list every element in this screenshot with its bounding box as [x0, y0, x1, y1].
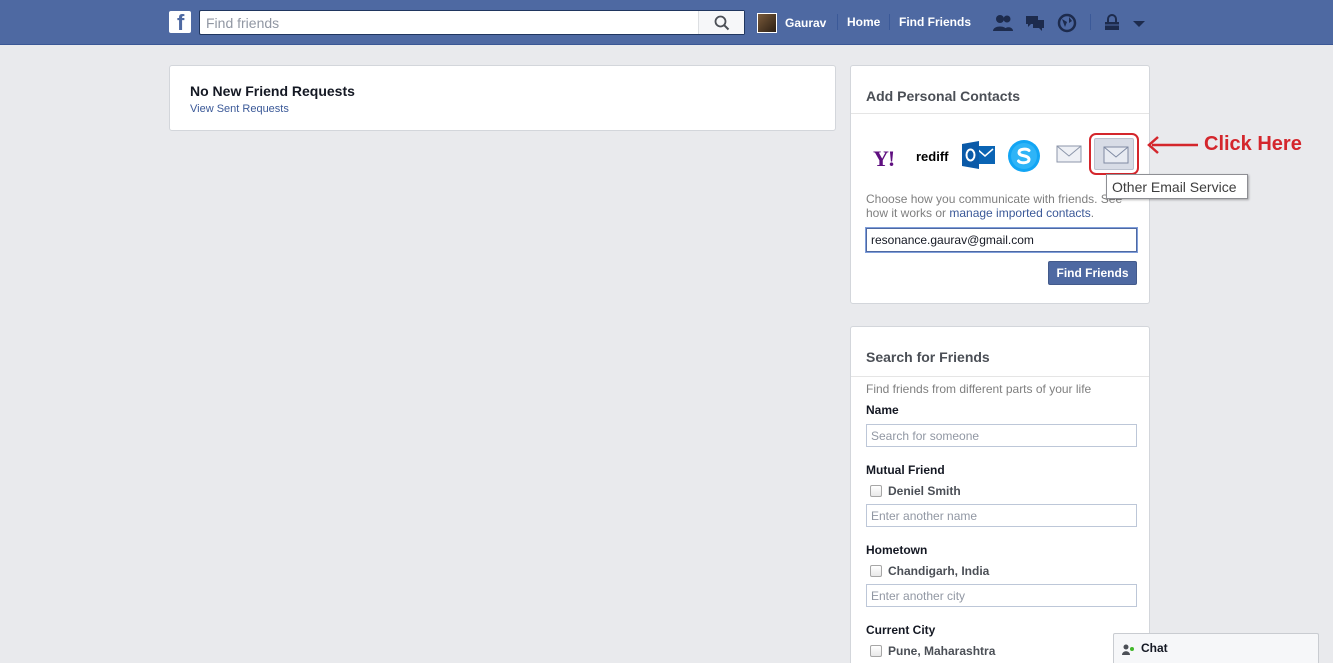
facebook-logo-icon[interactable]: f: [169, 11, 191, 34]
nav-divider: [889, 14, 890, 30]
panel-header: Add Personal Contacts: [851, 66, 1149, 114]
email-field[interactable]: [866, 228, 1137, 252]
search-panel-title: Search for Friends: [866, 349, 990, 365]
hometown-option[interactable]: Chandigarh, India: [870, 564, 989, 578]
search-input[interactable]: [200, 11, 700, 34]
import-description: Choose how you communicate with friends.…: [866, 192, 1136, 220]
find-friends-link[interactable]: Find Friends: [899, 15, 971, 29]
nav-divider: [837, 14, 838, 30]
name-search-input[interactable]: [866, 424, 1137, 447]
name-label: Name: [866, 403, 899, 417]
other-email-envelope-icon: [1103, 146, 1129, 164]
search-for-friends-panel: Search for Friends Find friends from dif…: [850, 326, 1150, 663]
notifications-globe-icon[interactable]: [1056, 13, 1078, 33]
annotation-arrow-icon: [1147, 136, 1198, 154]
privacy-lock-icon[interactable]: [1101, 13, 1123, 33]
top-navigation-bar: f Gaurav Home Find Friends: [0, 0, 1333, 45]
hometown-label: Hometown: [866, 543, 928, 557]
current-city-option[interactable]: Pune, Maharashtra: [870, 644, 995, 658]
mutual-friend-label: Mutual Friend: [866, 463, 945, 477]
view-sent-requests-link[interactable]: View Sent Requests: [190, 103, 289, 115]
mutual-friend-option[interactable]: Deniel Smith: [870, 484, 961, 498]
highlighted-other-email-button[interactable]: [1089, 133, 1139, 175]
current-city-checkbox[interactable]: [870, 645, 882, 657]
search-button[interactable]: [698, 11, 744, 34]
outlook-logo-icon[interactable]: [961, 140, 997, 170]
nav-divider: [1090, 14, 1091, 30]
search-icon: [714, 15, 730, 31]
rediff-logo-icon[interactable]: rediff: [916, 149, 949, 164]
hometown-option-label: Chandigarh, India: [888, 564, 990, 578]
description-suffix: .: [1090, 206, 1095, 220]
divider: [851, 376, 1149, 377]
profile-link[interactable]: Gaurav: [757, 13, 826, 33]
mutual-friend-checkbox[interactable]: [870, 485, 882, 497]
chat-label: Chat: [1141, 641, 1168, 655]
chat-tab[interactable]: Chat: [1113, 633, 1319, 663]
current-city-label: Current City: [866, 623, 936, 637]
hometown-checkbox[interactable]: [870, 565, 882, 577]
friend-requests-panel: No New Friend Requests View Sent Request…: [169, 65, 836, 131]
friend-requests-icon[interactable]: [992, 13, 1014, 33]
manage-imported-contacts-link[interactable]: manage imported contacts: [949, 206, 1090, 220]
messages-icon[interactable]: [1024, 13, 1046, 33]
user-name: Gaurav: [785, 16, 827, 30]
email-envelope-icon[interactable]: [1056, 144, 1082, 164]
tooltip: Other Email Service: [1106, 174, 1248, 199]
yahoo-logo-icon[interactable]: Y!: [873, 146, 895, 172]
find-friends-button[interactable]: Find Friends: [1048, 261, 1137, 285]
friend-requests-title: No New Friend Requests: [190, 83, 355, 99]
search-panel-subtitle: Find friends from different parts of you…: [866, 382, 1092, 396]
panel-title: Add Personal Contacts: [866, 88, 1021, 104]
online-friends-icon: [1122, 644, 1134, 655]
skype-logo-icon[interactable]: [1006, 138, 1042, 174]
search-box: [199, 10, 745, 35]
current-city-option-label: Pune, Maharashtra: [888, 644, 996, 658]
mutual-friend-input[interactable]: [866, 504, 1137, 527]
mutual-friend-option-label: Deniel Smith: [888, 484, 961, 498]
add-personal-contacts-panel: Add Personal Contacts Y! rediff Choose h…: [850, 65, 1150, 304]
chevron-down-icon[interactable]: [1128, 13, 1150, 33]
hometown-input[interactable]: [866, 584, 1137, 607]
annotation-label: Click Here: [1204, 133, 1302, 155]
other-email-service-button[interactable]: [1094, 138, 1134, 170]
home-link[interactable]: Home: [847, 15, 880, 29]
avatar: [757, 13, 777, 33]
